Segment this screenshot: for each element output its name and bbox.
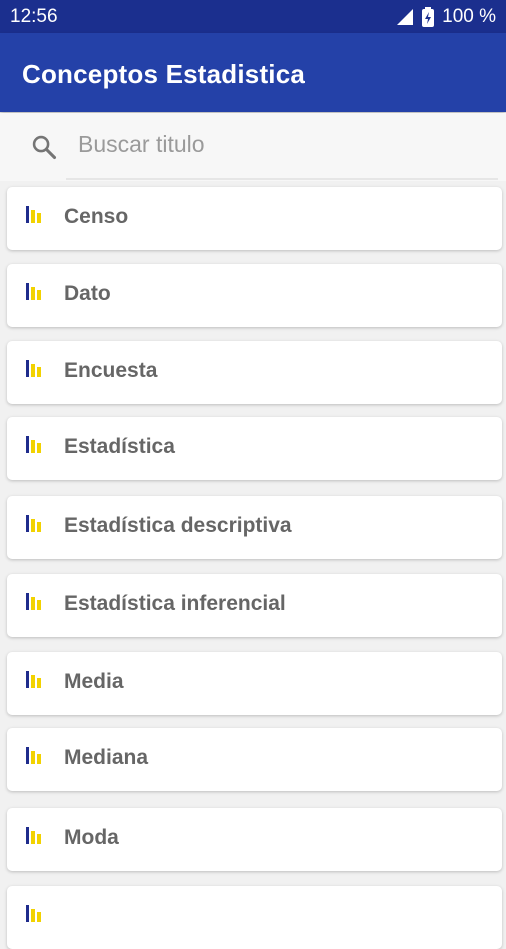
list-item-label: Estadística descriptiva — [64, 514, 292, 537]
bar-chart-icon — [26, 436, 41, 453]
list-item-label: Mediana — [64, 746, 149, 769]
list-item-label: Dato — [64, 282, 111, 305]
bar-chart-icon — [26, 206, 41, 223]
list-item-label: Censo — [64, 205, 129, 228]
bar-chart-icon — [26, 671, 41, 688]
search-icon[interactable] — [30, 133, 58, 161]
bar-chart-icon — [26, 360, 41, 377]
list-item[interactable]: Estadística descriptiva — [7, 496, 502, 559]
status-bar: 12:56 100 % — [0, 0, 506, 33]
list-item[interactable]: Media — [7, 652, 502, 715]
list-item[interactable] — [7, 886, 502, 949]
list-item[interactable]: Mediana — [7, 728, 502, 791]
bar-chart-icon — [26, 593, 41, 610]
status-time: 12:56 — [10, 5, 58, 27]
bar-chart-icon — [26, 827, 41, 844]
app-title: Conceptos Estadistica — [22, 59, 306, 89]
app-bar: Conceptos Estadistica — [0, 33, 506, 112]
battery-percent: 100 % — [442, 5, 496, 27]
search-bar — [0, 113, 506, 181]
list-item-label: Encuesta — [64, 359, 158, 382]
battery-icon — [422, 6, 435, 27]
list-item[interactable]: Censo — [7, 187, 502, 250]
list-item[interactable]: Estadística — [7, 417, 502, 480]
list-item[interactable]: Encuesta — [7, 341, 502, 404]
list-item-label: Media — [64, 670, 124, 693]
bar-chart-icon — [26, 515, 41, 532]
search-input[interactable] — [78, 127, 488, 161]
bar-chart-icon — [26, 283, 41, 300]
list-item-label: Estadística inferencial — [64, 592, 286, 615]
signal-icon — [397, 8, 414, 25]
list-item[interactable]: Moda — [7, 808, 502, 871]
status-icons: 100 % — [396, 6, 496, 28]
list-item-label: Moda — [64, 826, 119, 849]
list-item-label: Estadística — [64, 435, 175, 458]
list-item[interactable]: Dato — [7, 264, 502, 327]
bar-chart-icon — [26, 747, 41, 764]
search-underline — [66, 178, 498, 180]
bar-chart-icon — [26, 905, 41, 922]
list-item[interactable]: Estadística inferencial — [7, 574, 502, 637]
